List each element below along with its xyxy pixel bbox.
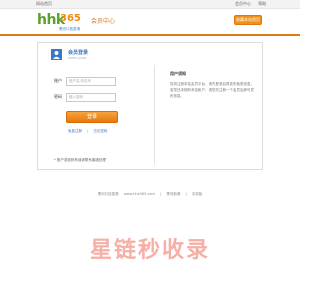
login-links: 免费注册 | 忘记密码	[68, 129, 111, 134]
login-tip: * 账户或密码有误请联系客服处理	[54, 158, 106, 162]
footer-site-name: 黑河口信息港	[97, 192, 119, 196]
user-login-icon	[51, 49, 62, 60]
header-divider	[0, 34, 300, 36]
password-label: 密码	[54, 94, 62, 99]
forgot-password-link[interactable]: 忘记密码	[93, 129, 107, 133]
favorite-button[interactable]: 收藏本站首页	[234, 15, 262, 25]
password-input[interactable]: 输入密码	[66, 93, 116, 102]
top-bar: 网站首页 会员中心 帮助	[0, 0, 300, 9]
logo-number: 365	[60, 13, 81, 24]
watermark: 星链秒收录	[89, 238, 210, 263]
register-link[interactable]: 免费注册	[68, 129, 82, 133]
footer: 黑河口信息港 www.hhk365.com | 黑河新闻 | 手机版	[0, 192, 300, 197]
footer-separator: |	[185, 192, 187, 196]
link-separator: |	[87, 129, 89, 133]
login-card: 会员登录 USER LOGIN 账户 用户名/手机号 密码 输入密码 登录 免费…	[37, 42, 263, 170]
notice-title: 用户须知	[170, 71, 186, 76]
footer-url[interactable]: www.hhk365.com	[124, 192, 155, 196]
footer-mobile-link[interactable]: 手机版	[192, 192, 203, 196]
page-title: 会员中心	[91, 18, 116, 25]
account-input[interactable]: 用户名/手机号	[66, 77, 116, 86]
login-button[interactable]: 登录	[66, 111, 118, 123]
account-label: 账户	[54, 78, 62, 83]
top-nav: 会员中心 帮助	[235, 1, 272, 7]
footer-news-link[interactable]: 黑河新闻	[166, 192, 180, 196]
login-title: 会员登录	[68, 50, 89, 56]
footer-separator: |	[160, 192, 162, 196]
site-logo[interactable]: hhk 365 黑河口信息港	[37, 12, 85, 33]
home-link[interactable]: 网站首页	[36, 1, 52, 7]
login-subtitle: USER LOGIN	[68, 56, 87, 60]
member-center-link[interactable]: 会员中心	[235, 1, 251, 6]
help-link[interactable]: 帮助	[258, 1, 266, 6]
vertical-divider	[154, 65, 155, 165]
logo-subtitle: 黑河口信息港	[59, 27, 80, 31]
notice-text: 您将注册本站会员平台，请先登录后再发布各类信息，若您还未拥有本站帐户，请您先注册…	[170, 82, 254, 98]
